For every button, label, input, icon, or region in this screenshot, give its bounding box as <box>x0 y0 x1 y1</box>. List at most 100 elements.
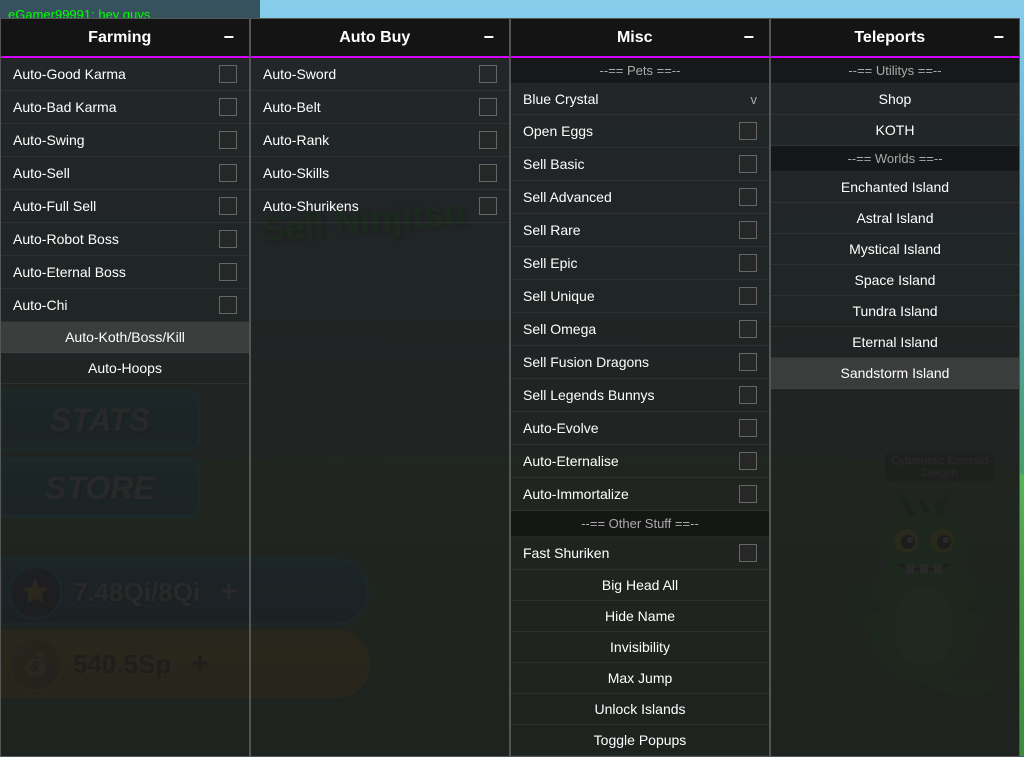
space-island-label: Space Island <box>855 272 936 288</box>
farming-header[interactable]: Farming − <box>1 19 249 58</box>
auto-robot-boss-checkbox[interactable] <box>219 230 237 248</box>
astral-island-item[interactable]: Astral Island <box>771 203 1019 234</box>
sell-fusion-dragons-item[interactable]: Sell Fusion Dragons <box>511 346 769 379</box>
open-eggs-checkbox[interactable] <box>739 122 757 140</box>
auto-koth-boss-kill-item[interactable]: Auto-Koth/Boss/Kill <box>1 322 249 353</box>
farming-collapse[interactable]: − <box>223 27 234 48</box>
teleports-collapse[interactable]: − <box>993 27 1004 48</box>
misc-header[interactable]: Misc − <box>511 19 769 58</box>
sandstorm-island-item[interactable]: Sandstorm Island <box>771 358 1019 389</box>
koth-teleport-item[interactable]: KOTH <box>771 115 1019 146</box>
auto-chi-label: Auto-Chi <box>13 297 219 313</box>
auto-robot-boss-label: Auto-Robot Boss <box>13 231 219 247</box>
auto-skills-checkbox[interactable] <box>479 164 497 182</box>
auto-shurikens-checkbox[interactable] <box>479 197 497 215</box>
auto-swing-checkbox[interactable] <box>219 131 237 149</box>
auto-bad-karma-item[interactable]: Auto-Bad Karma <box>1 91 249 124</box>
auto-buy-collapse[interactable]: − <box>483 27 494 48</box>
auto-buy-header[interactable]: Auto Buy − <box>251 19 509 58</box>
hide-name-item[interactable]: Hide Name <box>511 601 769 632</box>
auto-eternal-boss-label: Auto-Eternal Boss <box>13 264 219 280</box>
unlock-islands-item[interactable]: Unlock Islands <box>511 694 769 725</box>
auto-eternalise-item[interactable]: Auto-Eternalise <box>511 445 769 478</box>
auto-good-karma-checkbox[interactable] <box>219 65 237 83</box>
auto-evolve-item[interactable]: Auto-Evolve <box>511 412 769 445</box>
auto-belt-item[interactable]: Auto-Belt <box>251 91 509 124</box>
auto-skills-item[interactable]: Auto-Skills <box>251 157 509 190</box>
auto-sell-label: Auto-Sell <box>13 165 219 181</box>
sell-omega-item[interactable]: Sell Omega <box>511 313 769 346</box>
auto-chi-checkbox[interactable] <box>219 296 237 314</box>
misc-collapse[interactable]: − <box>743 27 754 48</box>
auto-sword-item[interactable]: Auto-Sword <box>251 58 509 91</box>
sell-epic-label: Sell Epic <box>523 255 739 271</box>
sell-advanced-checkbox[interactable] <box>739 188 757 206</box>
sell-advanced-label: Sell Advanced <box>523 189 739 205</box>
auto-sell-item[interactable]: Auto-Sell <box>1 157 249 190</box>
space-island-item[interactable]: Space Island <box>771 265 1019 296</box>
astral-island-label: Astral Island <box>856 210 933 226</box>
auto-chi-item[interactable]: Auto-Chi <box>1 289 249 322</box>
big-head-all-item[interactable]: Big Head All <box>511 570 769 601</box>
sell-basic-item[interactable]: Sell Basic <box>511 148 769 181</box>
auto-eternal-boss-item[interactable]: Auto-Eternal Boss <box>1 256 249 289</box>
auto-eternal-boss-checkbox[interactable] <box>219 263 237 281</box>
auto-swing-item[interactable]: Auto-Swing <box>1 124 249 157</box>
sell-rare-checkbox[interactable] <box>739 221 757 239</box>
auto-eternalise-checkbox[interactable] <box>739 452 757 470</box>
sell-basic-label: Sell Basic <box>523 156 739 172</box>
blue-crystal-label: Blue Crystal <box>523 91 745 107</box>
sell-rare-item[interactable]: Sell Rare <box>511 214 769 247</box>
teleports-title: Teleports <box>786 29 993 47</box>
fast-shuriken-item[interactable]: Fast Shuriken <box>511 537 769 570</box>
auto-robot-boss-item[interactable]: Auto-Robot Boss <box>1 223 249 256</box>
auto-rank-item[interactable]: Auto-Rank <box>251 124 509 157</box>
auto-full-sell-item[interactable]: Auto-Full Sell <box>1 190 249 223</box>
sell-basic-checkbox[interactable] <box>739 155 757 173</box>
auto-evolve-checkbox[interactable] <box>739 419 757 437</box>
sell-omega-checkbox[interactable] <box>739 320 757 338</box>
auto-hoops-item[interactable]: Auto-Hoops <box>1 353 249 384</box>
teleports-header[interactable]: Teleports − <box>771 19 1019 58</box>
enchanted-island-item[interactable]: Enchanted Island <box>771 172 1019 203</box>
auto-immortalize-checkbox[interactable] <box>739 485 757 503</box>
sell-fusion-dragons-checkbox[interactable] <box>739 353 757 371</box>
max-jump-item[interactable]: Max Jump <box>511 663 769 694</box>
other-stuff-section-header: --== Other Stuff ==-- <box>511 511 769 537</box>
teleports-panel: Teleports − --== Utilitys ==-- Shop KOTH… <box>770 18 1020 757</box>
pets-section-header: --== Pets ==-- <box>511 58 769 84</box>
sell-legends-bunnys-checkbox[interactable] <box>739 386 757 404</box>
eternal-island-item[interactable]: Eternal Island <box>771 327 1019 358</box>
tundra-island-item[interactable]: Tundra Island <box>771 296 1019 327</box>
auto-immortalize-item[interactable]: Auto-Immortalize <box>511 478 769 511</box>
sell-unique-item[interactable]: Sell Unique <box>511 280 769 313</box>
eternal-island-label: Eternal Island <box>852 334 938 350</box>
misc-title: Misc <box>526 29 743 47</box>
invisibility-item[interactable]: Invisibility <box>511 632 769 663</box>
sell-epic-checkbox[interactable] <box>739 254 757 272</box>
sell-epic-item[interactable]: Sell Epic <box>511 247 769 280</box>
shop-teleport-item[interactable]: Shop <box>771 84 1019 115</box>
auto-full-sell-checkbox[interactable] <box>219 197 237 215</box>
auto-sell-checkbox[interactable] <box>219 164 237 182</box>
auto-belt-checkbox[interactable] <box>479 98 497 116</box>
auto-rank-checkbox[interactable] <box>479 131 497 149</box>
fast-shuriken-checkbox[interactable] <box>739 544 757 562</box>
sell-rare-label: Sell Rare <box>523 222 739 238</box>
auto-shurikens-item[interactable]: Auto-Shurikens <box>251 190 509 223</box>
blue-crystal-item[interactable]: Blue Crystal v <box>511 84 769 115</box>
mystical-island-item[interactable]: Mystical Island <box>771 234 1019 265</box>
sell-legends-bunnys-label: Sell Legends Bunnys <box>523 387 739 403</box>
auto-evolve-label: Auto-Evolve <box>523 420 739 436</box>
blue-crystal-dropdown[interactable]: v <box>751 92 758 107</box>
auto-good-karma-item[interactable]: Auto-Good Karma <box>1 58 249 91</box>
sell-advanced-item[interactable]: Sell Advanced <box>511 181 769 214</box>
toggle-popups-item[interactable]: Toggle Popups <box>511 725 769 756</box>
sell-legends-bunnys-item[interactable]: Sell Legends Bunnys <box>511 379 769 412</box>
max-jump-label: Max Jump <box>608 670 673 686</box>
auto-bad-karma-checkbox[interactable] <box>219 98 237 116</box>
open-eggs-item[interactable]: Open Eggs <box>511 115 769 148</box>
sell-unique-checkbox[interactable] <box>739 287 757 305</box>
invisibility-label: Invisibility <box>610 639 670 655</box>
auto-sword-checkbox[interactable] <box>479 65 497 83</box>
